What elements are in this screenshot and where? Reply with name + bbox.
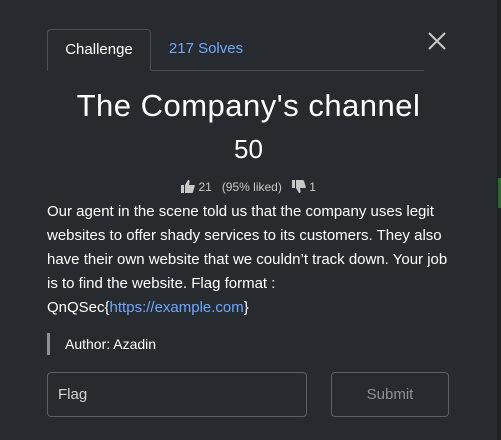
background-edge [497,0,501,440]
challenge-description: Our agent in the scene told us that the … [47,200,451,320]
description-link[interactable]: https://example.com [110,299,244,316]
close-button[interactable] [425,29,449,53]
likes-count: 21 [198,179,212,194]
tab-bar: Challenge 217 Solves [47,29,424,71]
dislikes-count: 1 [309,179,316,194]
challenge-title: The Company's channel [76,88,421,123]
challenge-author: Author: Azadin [47,333,156,355]
description-suffix: } [243,299,249,316]
thumbs-up-icon[interactable] [181,180,195,194]
vote-summary: 21 (95% liked) 1 [0,177,497,196]
tab-challenge[interactable]: Challenge [47,29,151,71]
challenge-modal: Challenge 217 Solves The Company's chann… [0,0,501,440]
submit-button[interactable]: Submit [331,372,449,417]
tab-solves[interactable]: 217 Solves [151,29,261,71]
challenge-points: 50 [234,134,263,164]
flag-input[interactable] [47,372,307,417]
close-icon [428,32,446,50]
thumbs-down-icon[interactable] [291,180,306,194]
liked-percent: (95% liked) [221,179,282,194]
